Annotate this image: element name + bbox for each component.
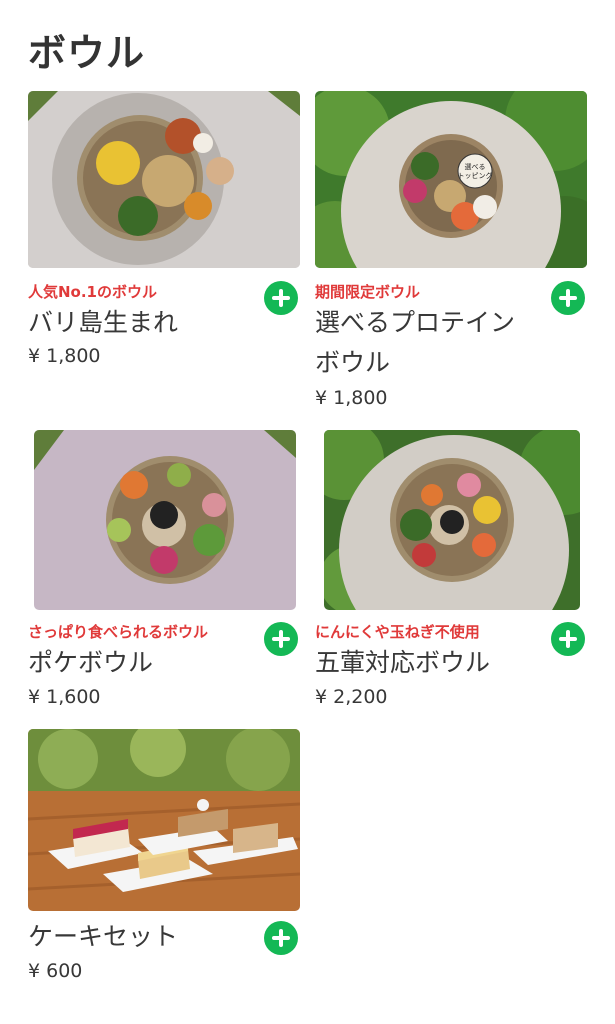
menu-item-poke-bowl[interactable]: さっぱり食べられるボウル ポケボウル ¥ 1,600 [28,430,300,720]
gokun-bowl-photo[interactable] [324,430,580,610]
item-tag: さっぱり食べられるボウル [28,623,209,641]
add-to-cart-button[interactable] [551,281,585,315]
item-price: ¥ 2,200 [315,686,388,708]
add-to-cart-button[interactable] [264,921,298,955]
item-name-line1: 選べるプロテイン [315,308,516,337]
item-name: 五葷対応ボウル [315,648,491,677]
item-name: バリ島生まれ [28,308,179,337]
menu-item-bali-bowl[interactable]: 人気No.1のボウル バリ島生まれ ¥ 1,800 [28,91,300,381]
add-to-cart-button[interactable] [551,622,585,656]
section-title: ボウル [28,31,146,75]
item-name-line2: ボウル [315,348,391,377]
menu-item-gokun-bowl[interactable]: にんにくや玉ねぎ不使用 五葷対応ボウル ¥ 2,200 [315,430,587,720]
poke-bowl-photo[interactable] [34,430,296,610]
add-to-cart-button[interactable] [264,622,298,656]
item-name: ケーキセット [28,922,179,951]
svg-text:トッピング: トッピング [458,171,493,180]
item-tag: 人気No.1のボウル [28,283,157,301]
menu-item-protein-bowl[interactable]: 選べる トッピング 期間限定ボウル 選べるプロテイン ボウル ¥ 1,800 [315,91,587,421]
svg-text:選べる: 選べる [465,162,486,171]
item-price: ¥ 1,600 [28,686,101,708]
item-name: ポケボウル [28,648,154,677]
bali-bowl-photo[interactable] [28,91,300,268]
item-price: ¥ 1,800 [28,345,101,367]
cake-set-photo[interactable] [28,729,300,911]
add-to-cart-button[interactable] [264,281,298,315]
item-tag: 期間限定ボウル [315,283,421,301]
item-price: ¥ 600 [28,960,83,982]
menu-item-cake-set[interactable]: ケーキセット ¥ 600 [28,729,300,989]
protein-bowl-photo[interactable]: 選べる トッピング [315,91,587,268]
item-price: ¥ 1,800 [315,387,388,409]
item-tag: にんにくや玉ねぎ不使用 [315,623,480,641]
